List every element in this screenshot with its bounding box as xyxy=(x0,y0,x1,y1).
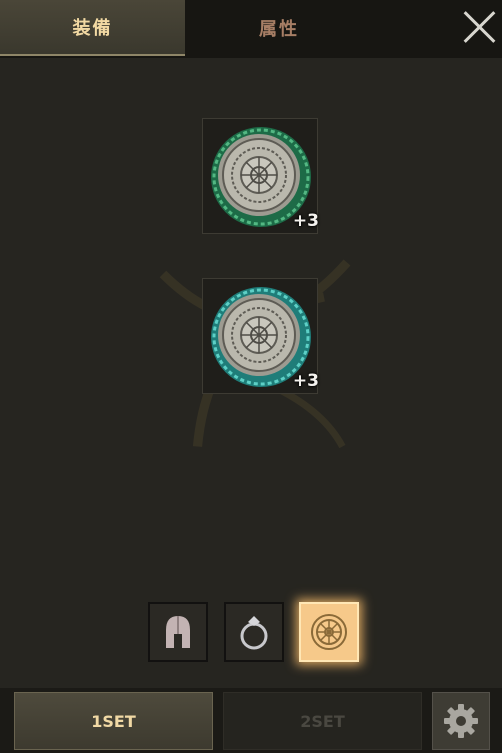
amulet-icon xyxy=(311,614,347,650)
gear-icon xyxy=(444,704,478,738)
close-icon[interactable] xyxy=(462,10,498,46)
set-2-button[interactable]: 2SET xyxy=(223,692,422,750)
equipment-slot-2[interactable]: +3 xyxy=(202,278,319,394)
tab-bar: 装備 属性 xyxy=(0,0,502,58)
enhance-level: +3 xyxy=(292,371,319,391)
set-1-button[interactable]: 1SET xyxy=(14,692,213,750)
ring-icon xyxy=(240,616,268,650)
category-ring-button[interactable] xyxy=(224,602,284,662)
enhance-level: +3 xyxy=(292,211,319,231)
equipment-panel: +3 +3 xyxy=(0,58,502,688)
helmet-icon xyxy=(166,616,190,648)
tab-attributes[interactable]: 属性 xyxy=(185,0,373,56)
set-bar: 1SET 2SET xyxy=(0,688,502,753)
settings-button[interactable] xyxy=(432,692,490,750)
tab-equipment[interactable]: 装備 xyxy=(0,0,185,56)
category-amulet-button[interactable] xyxy=(299,602,359,662)
category-helmet-button[interactable] xyxy=(148,602,208,662)
equipment-slot-1[interactable]: +3 xyxy=(202,118,319,234)
